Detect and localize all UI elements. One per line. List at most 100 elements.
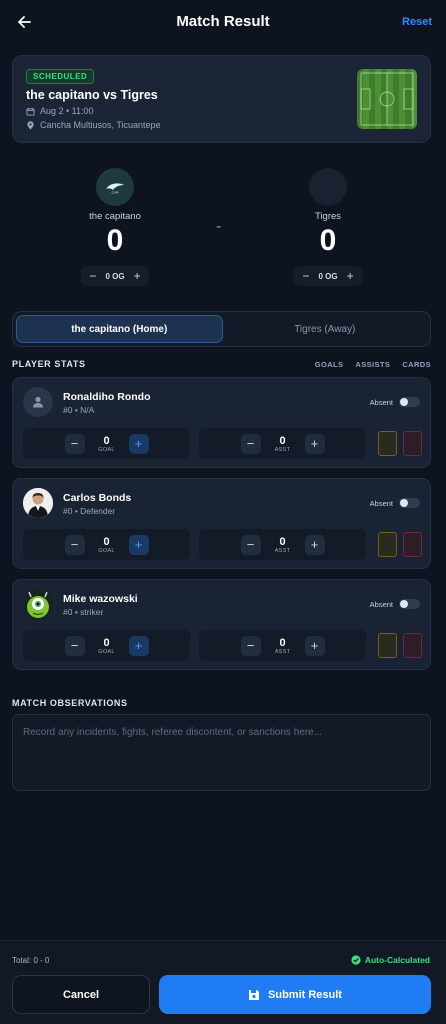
- back-arrow-icon[interactable]: [14, 12, 34, 32]
- minus-icon[interactable]: −: [302, 269, 309, 283]
- away-own-goal-count: 0 OG: [318, 271, 338, 281]
- increment-assists-button[interactable]: +: [304, 635, 325, 656]
- absent-label: Absent: [369, 397, 393, 407]
- increment-goals-button[interactable]: +: [128, 635, 149, 656]
- goals-stepper: − 0 GOAL +: [23, 428, 190, 459]
- away-team-logo: [309, 168, 347, 206]
- goals-value: 0: [103, 636, 110, 649]
- away-own-goal-stepper: − 0 OG +: [294, 266, 362, 286]
- observations-header: MATCH OBSERVATIONS: [12, 698, 431, 708]
- page-title: Match Result: [176, 13, 270, 30]
- absent-control: Absent: [370, 599, 420, 609]
- decrement-goals-button[interactable]: −: [64, 433, 85, 454]
- assists-stepper: − 0 ASST +: [199, 428, 366, 459]
- home-team-name: the capitano: [89, 211, 141, 222]
- player-stats-title: PLAYER STATS: [12, 359, 86, 369]
- player-info: #0 • Defender: [63, 506, 116, 516]
- match-date-text: Aug 2 • 11:00: [40, 106, 94, 116]
- decrement-goals-button[interactable]: −: [64, 635, 85, 656]
- plus-icon[interactable]: +: [134, 269, 141, 283]
- assists-value: 0: [279, 434, 286, 447]
- tab-home[interactable]: the capitano (Home): [16, 315, 223, 343]
- total-score: Total: 0 - 0: [12, 956, 50, 965]
- avatar: [23, 488, 53, 518]
- column-cards: CARDS: [402, 359, 431, 369]
- plus-icon[interactable]: +: [347, 269, 354, 283]
- location-pin-icon: [27, 120, 34, 130]
- home-team-logo: CAPI: [96, 168, 134, 206]
- goals-unit: GOAL: [98, 446, 115, 453]
- decrement-goals-button[interactable]: −: [64, 534, 85, 555]
- assists-stepper: − 0 ASST +: [199, 630, 366, 661]
- auto-calculated-text: Auto-Calculated: [364, 955, 430, 965]
- player-stats-header: PLAYER STATS GOALS ASSISTS CARDS: [12, 359, 431, 369]
- yellow-card-button[interactable]: [378, 633, 397, 658]
- absent-control: Absent: [370, 498, 420, 508]
- goals-stepper: − 0 GOAL +: [23, 529, 190, 560]
- increment-assists-button[interactable]: +: [304, 534, 325, 555]
- reset-button[interactable]: Reset: [402, 16, 432, 28]
- red-card-button[interactable]: [403, 431, 422, 456]
- player-card: Mike wazowski #0 • striker Absent − 0 GOA…: [12, 579, 431, 670]
- calendar-icon: [26, 107, 35, 116]
- absent-control: Absent: [370, 397, 420, 407]
- absent-label: Absent: [369, 599, 393, 609]
- column-goals: GOALS: [314, 359, 344, 369]
- status-badge: SCHEDULED: [26, 69, 95, 84]
- decrement-assists-button[interactable]: −: [240, 433, 261, 454]
- assists-unit: ASST: [274, 547, 291, 554]
- auto-calculated-indicator: Auto-Calculated: [351, 955, 430, 965]
- increment-goals-button[interactable]: +: [128, 433, 149, 454]
- red-card-button[interactable]: [403, 633, 422, 658]
- field-thumbnail: [357, 69, 417, 129]
- observations-title: MATCH OBSERVATIONS: [12, 698, 128, 708]
- player-info: #0 • N/A: [63, 405, 95, 415]
- assists-stepper: − 0 ASST +: [199, 529, 366, 560]
- avatar: [23, 387, 53, 417]
- decrement-assists-button[interactable]: −: [240, 635, 261, 656]
- absent-label: Absent: [369, 498, 393, 508]
- red-card-button[interactable]: [403, 532, 422, 557]
- assists-value: 0: [279, 636, 286, 649]
- away-score: 0: [319, 224, 337, 257]
- svg-text:CAPI: CAPI: [112, 191, 119, 195]
- absent-toggle[interactable]: [399, 397, 420, 407]
- avatar: [23, 589, 53, 619]
- away-team-name: Tigres: [314, 211, 342, 222]
- submit-result-button[interactable]: Submit Result: [159, 975, 431, 1014]
- player-card: Ronaldiho Rondo #0 • N/A Absent − 0 GOAL …: [12, 377, 431, 468]
- check-circle-icon: [351, 955, 361, 965]
- match-date: Aug 2 • 11:00: [26, 106, 94, 116]
- assists-unit: ASST: [274, 648, 291, 655]
- score-separator: -: [216, 218, 222, 235]
- home-own-goal-stepper: − 0 OG +: [81, 266, 149, 286]
- away-team: Tigres 0 − 0 OG +: [263, 168, 393, 286]
- save-icon: [249, 989, 260, 1000]
- goals-unit: GOAL: [98, 547, 115, 554]
- assists-value: 0: [279, 535, 286, 548]
- increment-goals-button[interactable]: +: [128, 534, 149, 555]
- minus-icon[interactable]: −: [89, 269, 96, 283]
- observations-textarea[interactable]: Record any incidents, fights, referee di…: [12, 714, 431, 791]
- player-name: Carlos Bonds: [63, 492, 132, 504]
- increment-assists-button[interactable]: +: [304, 433, 325, 454]
- home-own-goal-count: 0 OG: [105, 271, 125, 281]
- tab-away[interactable]: Tigres (Away): [223, 315, 428, 343]
- yellow-card-button[interactable]: [378, 431, 397, 456]
- stat-columns: GOALS ASSISTS CARDS: [315, 360, 431, 369]
- team-tabs: the capitano (Home) Tigres (Away): [12, 311, 431, 347]
- decrement-assists-button[interactable]: −: [240, 534, 261, 555]
- player-info: #0 • striker: [63, 607, 104, 617]
- player-name: Mike wazowski: [63, 593, 138, 605]
- cancel-button[interactable]: Cancel: [12, 975, 150, 1014]
- yellow-card-button[interactable]: [378, 532, 397, 557]
- absent-toggle[interactable]: [399, 498, 420, 508]
- match-title: the capitano vs Tigres: [26, 88, 158, 102]
- column-assists: ASSISTS: [355, 359, 391, 369]
- absent-toggle[interactable]: [399, 599, 420, 609]
- assists-unit: ASST: [274, 446, 291, 453]
- match-location-text: Cancha Multiusos, Ticuantepe: [40, 120, 161, 130]
- home-score: 0: [106, 224, 124, 257]
- match-location: Cancha Multiusos, Ticuantepe: [26, 120, 161, 130]
- submit-result-label: Submit Result: [268, 988, 342, 1001]
